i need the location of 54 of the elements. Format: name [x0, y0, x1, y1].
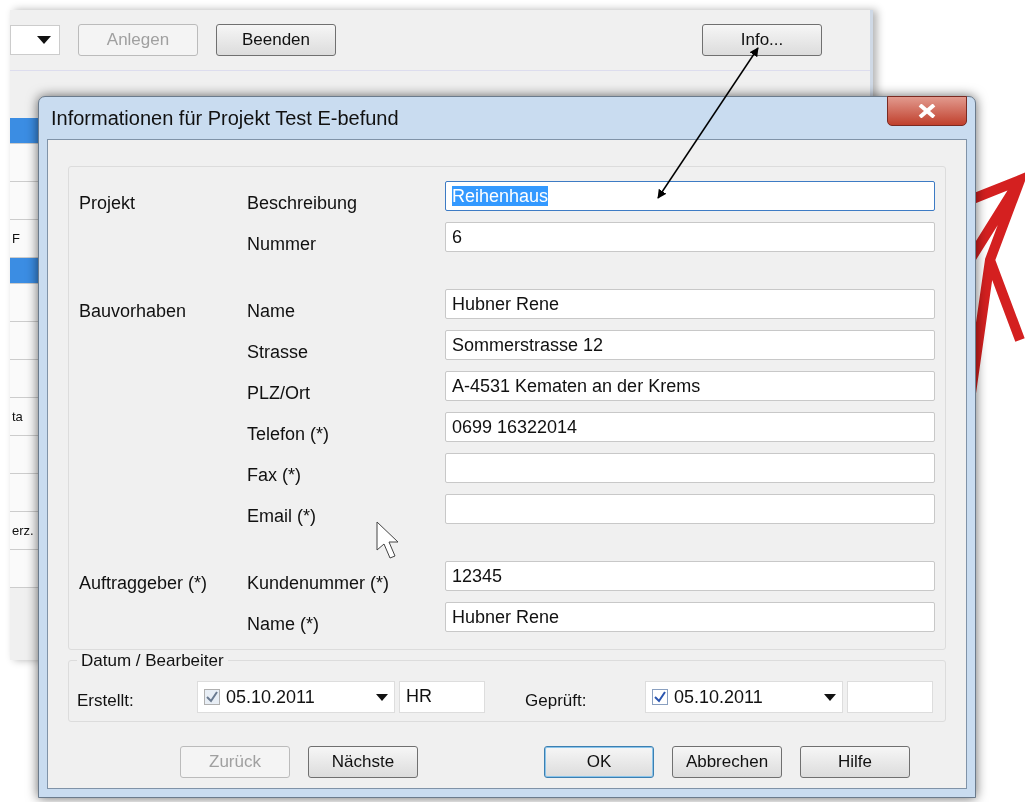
- button[interactable]: Beenden: [216, 24, 336, 56]
- list-row[interactable]: [10, 258, 40, 284]
- field-label: Fax (*): [247, 464, 302, 486]
- list-row[interactable]: [10, 182, 40, 220]
- input-field[interactable]: A-4531 Kematen an der Krems: [445, 371, 935, 401]
- button[interactable]: Info...: [702, 24, 822, 56]
- input-field[interactable]: Hubner Rene: [445, 602, 935, 632]
- field-label: Kundenummer (*): [247, 572, 391, 594]
- field-label: Nummer: [247, 233, 317, 255]
- field-label: Name: [247, 300, 296, 322]
- section-label: Bauvorhaben: [79, 300, 188, 322]
- list-row[interactable]: [10, 144, 40, 182]
- input-field[interactable]: [445, 494, 935, 524]
- window-title: Informationen für Projekt Test E-befund: [50, 106, 399, 130]
- caret-icon: [376, 693, 388, 701]
- close-icon: [918, 104, 936, 118]
- list-row[interactable]: [10, 360, 40, 398]
- caret-icon: [824, 693, 836, 701]
- field-label: Name (*): [247, 613, 320, 635]
- button[interactable]: Hilfe: [800, 746, 910, 778]
- input-field[interactable]: Sommerstrasse 12: [445, 330, 935, 360]
- input-field[interactable]: 6: [445, 222, 935, 252]
- section-label: Projekt: [79, 192, 137, 214]
- list-row[interactable]: F: [10, 220, 40, 258]
- field-label: Erstellt:: [77, 690, 135, 711]
- input-field[interactable]: 0699 16322014: [445, 412, 935, 442]
- checkbox[interactable]: [652, 689, 668, 705]
- field-label: Email (*): [247, 505, 317, 527]
- section-label: Auftraggeber (*): [79, 572, 209, 594]
- mouse-pointer-icon: [376, 521, 399, 559]
- list-row[interactable]: erz.: [10, 512, 40, 550]
- field-label: PLZ/Ort: [247, 382, 311, 404]
- list-row[interactable]: [10, 118, 40, 144]
- field-label: Beschreibung: [247, 192, 359, 214]
- button[interactable]: Nächste: [308, 746, 418, 778]
- list-row[interactable]: ta: [10, 398, 40, 436]
- input-field[interactable]: Hubner Rene: [445, 289, 935, 319]
- button[interactable]: Abbrechen: [672, 746, 782, 778]
- list-row[interactable]: [10, 284, 40, 322]
- list-row[interactable]: [10, 436, 40, 474]
- field-label: Telefon (*): [247, 423, 331, 445]
- list-row[interactable]: [10, 550, 40, 588]
- field-label: Geprüft:: [525, 690, 588, 711]
- input-field[interactable]: [847, 681, 933, 713]
- input-field[interactable]: 12345: [445, 561, 935, 591]
- list-row[interactable]: [10, 474, 40, 512]
- input-field[interactable]: [445, 453, 935, 483]
- close-button[interactable]: [887, 96, 967, 126]
- list-row[interactable]: [10, 322, 40, 360]
- date-picker[interactable]: 05.10.2011: [645, 681, 843, 713]
- field-label: Strasse: [247, 341, 310, 363]
- button[interactable]: OK: [544, 746, 654, 778]
- dropdown[interactable]: [10, 25, 60, 55]
- caret-icon: [37, 36, 51, 44]
